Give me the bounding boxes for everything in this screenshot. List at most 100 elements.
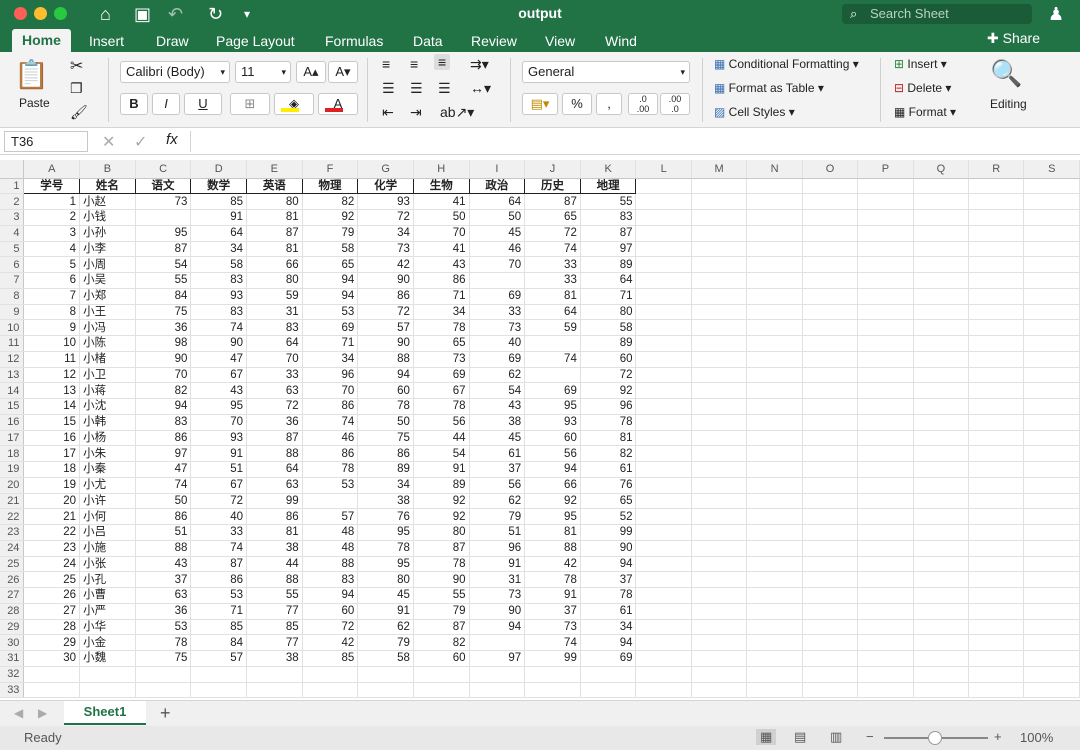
cell[interactable] xyxy=(357,666,414,683)
cell[interactable]: 30 xyxy=(23,650,81,667)
cell[interactable] xyxy=(635,225,692,242)
cell[interactable] xyxy=(968,493,1025,510)
cell[interactable]: 83 xyxy=(302,571,359,588)
cell[interactable]: 84 xyxy=(190,634,247,651)
cell[interactable]: 78 xyxy=(357,398,414,415)
cell[interactable]: 90 xyxy=(413,571,470,588)
cell[interactable]: 86 xyxy=(357,445,414,462)
cell[interactable]: 61 xyxy=(469,445,526,462)
cell[interactable] xyxy=(857,666,914,683)
cell[interactable] xyxy=(857,367,914,384)
cell[interactable]: 69 xyxy=(469,288,526,305)
cell[interactable] xyxy=(635,603,692,620)
cell[interactable] xyxy=(1023,445,1080,462)
cell[interactable]: 60 xyxy=(357,382,414,399)
cell[interactable]: 1 xyxy=(23,193,81,210)
cell[interactable] xyxy=(1023,382,1080,399)
cell[interactable] xyxy=(913,335,970,352)
cell[interactable] xyxy=(802,414,859,431)
cell[interactable] xyxy=(746,335,803,352)
cell[interactable]: 87 xyxy=(246,430,303,447)
cell[interactable]: 90 xyxy=(469,603,526,620)
cell[interactable] xyxy=(635,682,692,699)
cell[interactable] xyxy=(1023,650,1080,667)
cell[interactable] xyxy=(691,414,748,431)
cell[interactable]: 21 xyxy=(23,508,81,525)
cell[interactable]: 小孙 xyxy=(79,225,136,242)
cell[interactable] xyxy=(635,193,692,210)
cell[interactable]: 96 xyxy=(469,540,526,557)
cell[interactable] xyxy=(857,430,914,447)
cell[interactable]: 小楮 xyxy=(79,351,136,368)
cell[interactable]: 91 xyxy=(190,445,247,462)
cell[interactable]: 小尤 xyxy=(79,477,136,494)
cell[interactable]: 54 xyxy=(135,256,192,273)
cell[interactable]: 55 xyxy=(580,193,637,210)
cell[interactable] xyxy=(635,524,692,541)
cell[interactable] xyxy=(802,634,859,651)
cell[interactable]: 6 xyxy=(23,272,81,289)
cell[interactable]: 70 xyxy=(413,225,470,242)
tab-review[interactable]: Review xyxy=(471,31,517,51)
cell[interactable]: 2 xyxy=(23,209,81,226)
cell[interactable] xyxy=(802,367,859,384)
cell[interactable]: 78 xyxy=(413,398,470,415)
cell[interactable] xyxy=(913,508,970,525)
cell[interactable] xyxy=(1023,398,1080,415)
cell[interactable] xyxy=(635,445,692,462)
tab-view[interactable]: View xyxy=(545,31,575,51)
cell[interactable] xyxy=(802,493,859,510)
cell[interactable] xyxy=(691,178,748,195)
cell[interactable] xyxy=(857,556,914,573)
cell[interactable] xyxy=(691,304,748,321)
cell[interactable] xyxy=(1023,304,1080,321)
cell[interactable] xyxy=(79,682,136,699)
cell[interactable]: 64 xyxy=(246,461,303,478)
cell[interactable]: 54 xyxy=(469,382,526,399)
cell[interactable]: 74 xyxy=(524,241,581,258)
cell[interactable] xyxy=(1023,335,1080,352)
cell[interactable]: 55 xyxy=(135,272,192,289)
cell[interactable]: 51 xyxy=(469,524,526,541)
cell[interactable]: 92 xyxy=(302,209,359,226)
cell[interactable] xyxy=(857,319,914,336)
cell[interactable]: 90 xyxy=(190,335,247,352)
cell[interactable] xyxy=(691,587,748,604)
row-header[interactable]: 19 xyxy=(0,461,25,478)
align-middle-icon[interactable]: ≡ xyxy=(410,56,418,72)
cell[interactable]: 71 xyxy=(580,288,637,305)
cell[interactable] xyxy=(857,414,914,431)
cell[interactable] xyxy=(691,666,748,683)
cell[interactable]: 87 xyxy=(524,193,581,210)
cell[interactable] xyxy=(913,178,970,195)
cell[interactable]: 5 xyxy=(23,256,81,273)
cell[interactable]: 85 xyxy=(190,619,247,636)
cell[interactable]: 99 xyxy=(524,650,581,667)
orientation-icon[interactable]: ab↗▾ xyxy=(440,104,474,121)
cell[interactable] xyxy=(746,414,803,431)
cell[interactable] xyxy=(23,666,81,683)
page-break-view-icon[interactable]: ▥ xyxy=(830,729,842,745)
bold-button[interactable]: B xyxy=(120,93,148,115)
cell[interactable]: 12 xyxy=(23,367,81,384)
cell[interactable] xyxy=(802,241,859,258)
cell[interactable]: 94 xyxy=(469,619,526,636)
cell[interactable]: 80 xyxy=(246,272,303,289)
cell[interactable]: 55 xyxy=(246,587,303,604)
cell[interactable] xyxy=(857,288,914,305)
row-header[interactable]: 10 xyxy=(0,319,25,336)
cell[interactable]: 96 xyxy=(302,367,359,384)
cell[interactable]: 7 xyxy=(23,288,81,305)
cell[interactable] xyxy=(746,445,803,462)
cell[interactable]: 65 xyxy=(302,256,359,273)
cell[interactable]: 60 xyxy=(524,430,581,447)
cell[interactable] xyxy=(746,682,803,699)
cell[interactable] xyxy=(635,241,692,258)
cell[interactable]: 86 xyxy=(190,571,247,588)
cell[interactable]: 74 xyxy=(190,319,247,336)
cell[interactable]: 69 xyxy=(413,367,470,384)
cell[interactable] xyxy=(1023,178,1080,195)
row-header[interactable]: 3 xyxy=(0,209,25,226)
cell[interactable] xyxy=(746,288,803,305)
cell[interactable]: 33 xyxy=(524,272,581,289)
